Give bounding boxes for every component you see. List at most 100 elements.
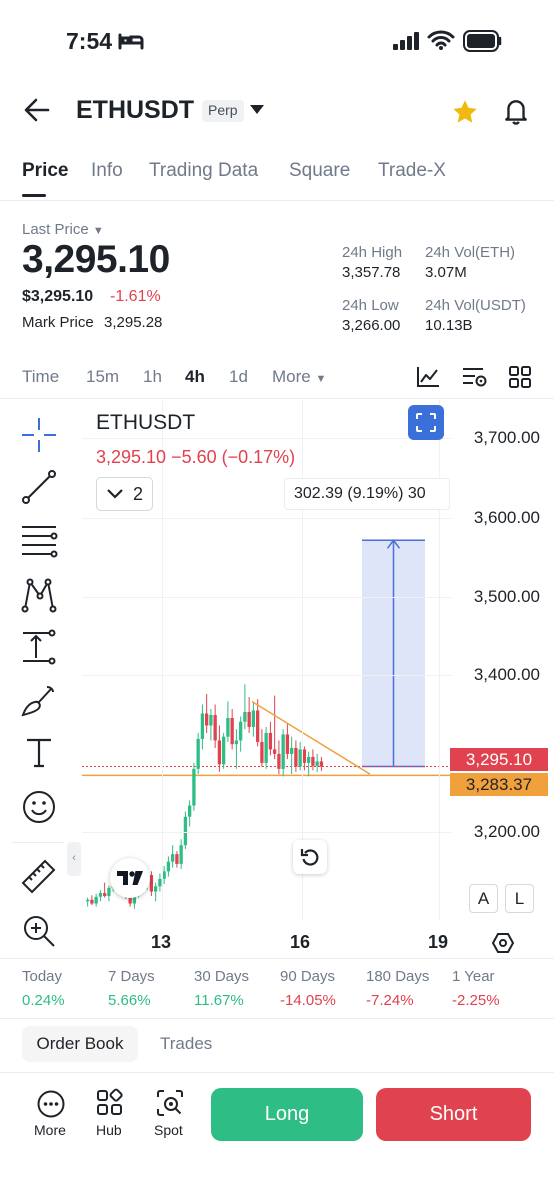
sleep-mode-icon [118,32,144,50]
last-price-label[interactable]: Last Price ▼ [22,221,104,238]
log-scale-button[interactable]: L [505,884,534,913]
candle [234,729,239,769]
price-axis-label: 3,600.00 [473,508,540,527]
candle [251,703,256,737]
candle [98,890,103,902]
candle [281,729,285,777]
fib-retracement-tool-icon[interactable] [20,522,58,560]
vol-eth-label: 24h Vol(ETH) [425,244,516,261]
crosshair-tool-icon[interactable] [20,416,58,454]
tab-square[interactable]: Square [289,160,350,182]
high-24h-label: 24h High [342,244,403,261]
candle [209,709,213,741]
tab-price[interactable]: Price [22,160,68,182]
toolbar-divider [12,842,64,843]
vol-usdt-value: 10.13B [425,317,473,334]
timeframe-time[interactable]: Time [22,367,59,387]
spot-label[interactable]: Spot [154,1122,183,1138]
candle [294,740,298,772]
hub-label[interactable]: Hub [96,1122,122,1138]
candle [217,725,222,772]
candle [192,762,196,811]
back-arrow-icon[interactable] [24,98,50,122]
measure-range-tool-icon[interactable] [20,628,58,666]
hub-icon[interactable] [97,1088,123,1116]
bell-icon[interactable] [503,97,529,125]
candle [103,882,107,898]
favorite-star-icon[interactable] [451,98,479,126]
long-button[interactable]: Long [211,1088,363,1141]
timeframe-15m[interactable]: 15m [86,367,119,387]
candle [290,736,294,775]
low-24h-value: 3,266.00 [342,317,401,334]
price-axis-label: 3,500.00 [473,587,540,606]
brush-tool-icon[interactable] [20,682,58,720]
vol-usdt-label: 24h Vol(USDT) [425,297,526,314]
timeframe-more[interactable]: More ▼ [272,367,326,387]
active-tab-indicator [22,194,46,197]
candle [94,893,98,907]
chart-settings-icon[interactable] [462,366,488,388]
text-tool-icon[interactable] [20,734,58,772]
candle [273,695,277,760]
price-change-pct: -1.61% [110,288,161,305]
tab-order-book[interactable]: Order Book [22,1026,138,1062]
candle [183,811,188,849]
tab-info[interactable]: Info [91,160,123,182]
timeframe-1h[interactable]: 1h [143,367,162,387]
x-axis-label: 13 [151,932,172,952]
high-24h-value: 3,357.78 [342,264,401,281]
tab-trade-x[interactable]: Trade-X [378,160,446,182]
symbol-title[interactable]: ETHUSDT [76,96,194,125]
candle [86,897,90,907]
perf-label-180d: 180 Days [366,968,430,985]
perf-label-30d: 30 Days [194,968,250,985]
ruler-tool-icon[interactable] [20,856,58,894]
auto-scale-button[interactable]: A [469,884,498,913]
emoji-tool-icon[interactable] [20,788,58,826]
layout-grid-icon[interactable] [509,366,531,388]
candle [179,839,183,870]
spot-icon[interactable] [157,1090,183,1116]
indicator-chart-icon[interactable] [416,366,440,388]
wifi-icon [427,30,455,50]
candle [264,726,268,769]
mark-price-value: 3,295.28 [104,314,163,331]
perp-badge: Perp [202,100,244,122]
timeframe-4h[interactable]: 4h [185,367,205,387]
indicator-count: 2 [133,484,144,504]
zoom-in-icon[interactable] [20,912,58,950]
perf-value-7d: 5.66% [108,992,151,1009]
price-axis-label: 3,400.00 [473,665,540,684]
chart-settings-hexagon-icon[interactable] [491,932,515,954]
timeframe-1d[interactable]: 1d [229,367,248,387]
reset-chart-button[interactable] [293,840,327,874]
candle [311,749,315,771]
chart-ohlc-line: 3,295.10 −5.60 (−0.17%) [96,447,296,467]
chevron-down-icon [107,489,123,499]
last-price-tag: 3,295.10 [450,748,548,771]
pattern-tool-icon[interactable] [20,576,58,614]
symbol-dropdown-icon[interactable] [250,105,264,115]
mark-price-label: Mark Price [22,314,94,331]
candle [213,704,217,748]
tabs-divider [0,200,554,201]
low-24h-label: 24h Low [342,297,399,314]
candle [188,800,192,827]
candle [175,851,179,868]
fullscreen-icon [416,413,436,432]
usd-price: $3,295.10 [22,288,94,305]
trend-line-tool-icon[interactable] [20,468,58,506]
status-time: 7:54 [66,28,113,54]
more-icon[interactable] [37,1090,65,1118]
indicator-collapse-button[interactable]: 2 [96,477,153,511]
short-button[interactable]: Short [376,1088,531,1141]
fullscreen-button[interactable] [408,405,444,440]
candle [230,709,234,750]
x-axis-label: 16 [290,932,311,952]
tab-trades[interactable]: Trades [160,1026,212,1062]
tab-trading-data[interactable]: Trading Data [149,160,258,182]
more-label[interactable]: More [34,1122,66,1138]
cellular-signal-icon [393,32,421,50]
collapse-toolbar-handle[interactable]: ‹ [67,842,81,876]
